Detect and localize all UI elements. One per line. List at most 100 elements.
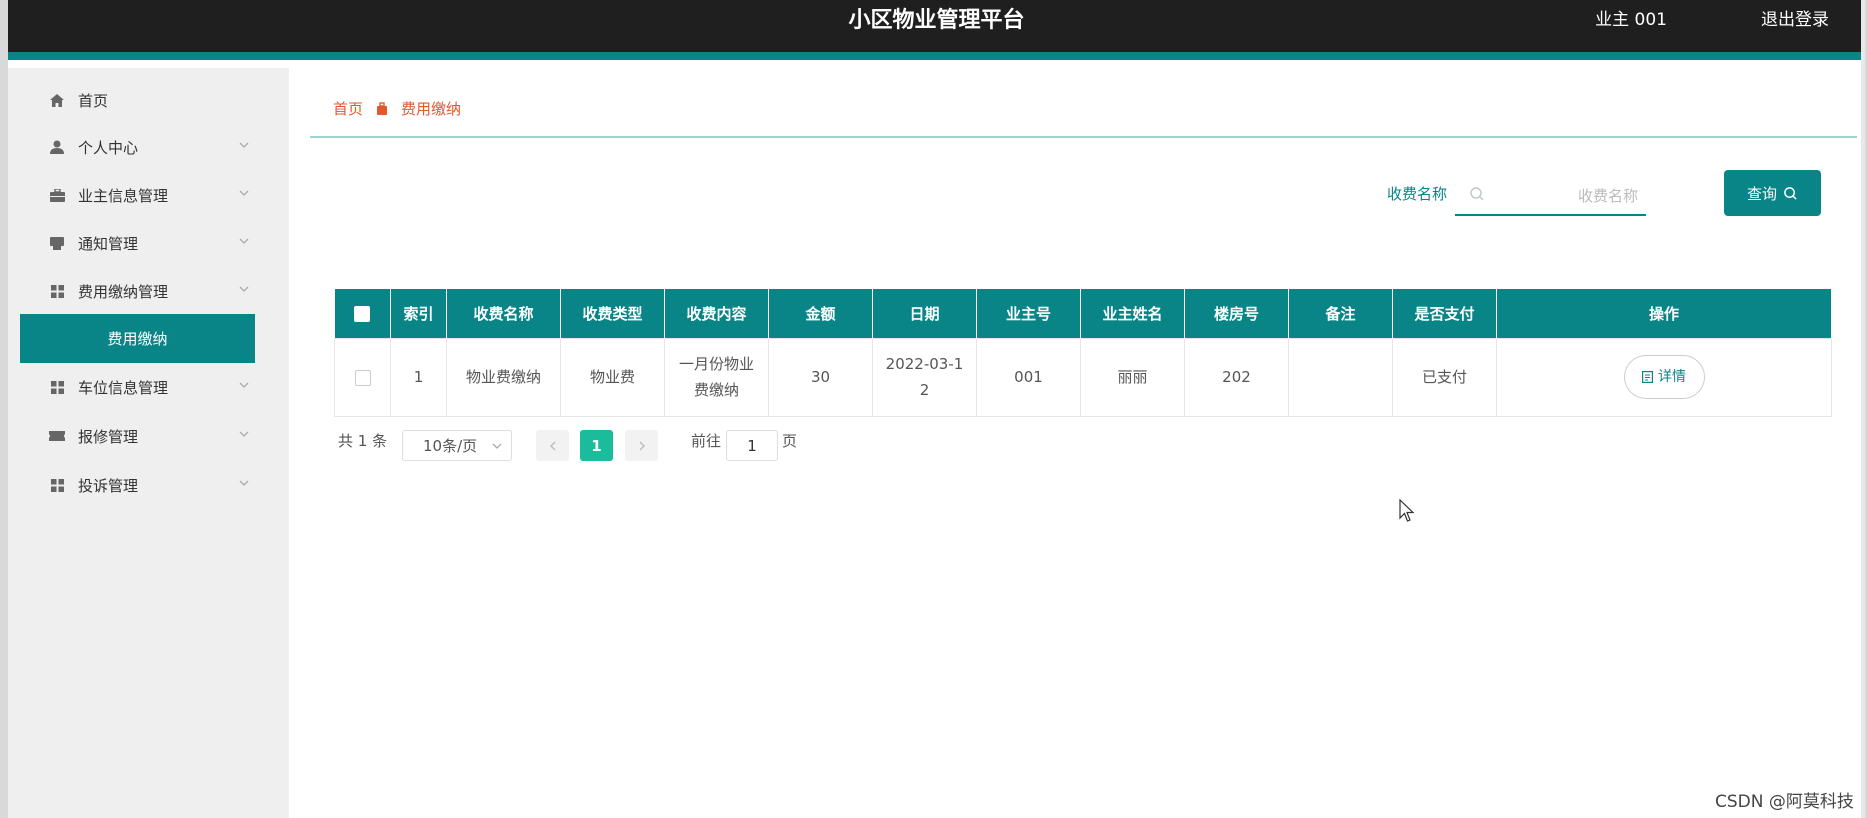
briefcase-icon xyxy=(48,186,66,204)
column-header[interactable]: 是否支付 xyxy=(1392,289,1497,338)
row-checkbox[interactable] xyxy=(354,369,371,386)
cell-fee-type: 物业费 xyxy=(560,337,665,417)
cell-date-line2: 2 xyxy=(919,381,930,399)
mouse-cursor-icon xyxy=(1399,499,1415,522)
sidebar-item-complaint[interactable]: 投诉管理 xyxy=(8,462,289,508)
top-header: 小区物业管理平台 业主 001 退出登录 xyxy=(8,0,1865,60)
chevron-right-icon xyxy=(639,441,645,450)
printer-icon xyxy=(48,234,66,252)
cell-paid: 已支付 xyxy=(1392,337,1497,417)
column-header[interactable]: 备注 xyxy=(1288,289,1393,338)
cell-room: 202 xyxy=(1184,337,1289,417)
column-header[interactable]: 业主姓名 xyxy=(1080,289,1185,338)
page-suffix: 页 xyxy=(782,432,798,450)
sidebar-item-notice[interactable]: 通知管理 xyxy=(8,220,289,266)
page-size-select[interactable]: 10条/页 xyxy=(402,430,512,461)
chevron-left-icon xyxy=(549,441,555,450)
breadcrumb: 首页 费用缴纳 xyxy=(333,98,461,119)
column-header[interactable]: 金额 xyxy=(768,289,873,338)
search-icon xyxy=(1784,186,1797,200)
ticket-icon xyxy=(48,427,66,445)
cell-fee-content: 一月份物业 费缴纳 xyxy=(664,337,769,417)
cell-fee-name: 物业费缴纳 xyxy=(446,337,561,417)
goto-label: 前往 xyxy=(691,432,722,450)
sidebar: 首页 个人中心 业主信息管理 通知管理 费用缴纳管理 费用缴纳 车位信息管理 报… xyxy=(8,68,289,818)
chevron-down-icon xyxy=(239,238,249,244)
select-all-checkbox[interactable] xyxy=(354,305,371,322)
table-row: 1 物业费缴纳 物业费 一月份物业费缴纳 30 2022-03-1 2 001 丽… xyxy=(334,337,1832,417)
sidebar-item-label: 报修管理 xyxy=(78,427,139,446)
grid-icon xyxy=(48,378,66,396)
cell-owner-name: 丽丽 xyxy=(1080,337,1185,417)
column-header[interactable]: 楼房号 xyxy=(1184,289,1289,338)
fee-table: 索引 收费名称 收费类型 收费内容 金额 日期 业主号 业主姓名 楼房号 备注 … xyxy=(334,289,1832,417)
app-page: 小区物业管理平台 业主 001 退出登录 首页 个人中心 业主信息管理 通知管理… xyxy=(8,0,1865,818)
cell-date-line1: 2022-03-1 xyxy=(885,355,964,373)
app-title: 小区物业管理平台 xyxy=(848,8,1025,33)
page-size-value: 10条/页 xyxy=(423,437,478,455)
chevron-down-icon xyxy=(239,286,249,292)
sidebar-item-owner-info[interactable]: 业主信息管理 xyxy=(8,172,289,218)
page-scrollbar[interactable] xyxy=(1861,0,1865,818)
sidebar-item-label: 通知管理 xyxy=(78,234,139,253)
search-icon xyxy=(1470,187,1484,201)
cell-owner-no: 001 xyxy=(976,337,1081,417)
column-header[interactable]: 日期 xyxy=(872,289,977,338)
sidebar-subitem-fee-payment[interactable]: 费用缴纳 xyxy=(20,314,255,363)
cell-index: 1 xyxy=(390,337,447,417)
cell-actions: 详情 xyxy=(1496,337,1832,417)
sidebar-item-parking[interactable]: 车位信息管理 xyxy=(8,364,289,410)
column-header[interactable]: 索引 xyxy=(390,289,447,338)
prev-page-button[interactable] xyxy=(536,430,569,461)
search-field xyxy=(1455,175,1646,216)
cell-date: 2022-03-1 2 xyxy=(872,337,977,417)
cell-remark xyxy=(1288,337,1393,417)
pagination-total: 共 1 条 xyxy=(338,432,388,450)
breadcrumb-home[interactable]: 首页 xyxy=(333,98,363,119)
column-header[interactable]: 收费名称 xyxy=(446,289,561,338)
column-header[interactable]: 收费类型 xyxy=(560,289,665,338)
search-button-label: 查询 xyxy=(1746,184,1777,203)
detail-button[interactable]: 详情 xyxy=(1623,355,1705,399)
logout-link[interactable]: 退出登录 xyxy=(1761,5,1829,30)
sidebar-item-label: 业主信息管理 xyxy=(78,186,169,205)
grid-icon xyxy=(48,282,66,300)
chevron-down-icon xyxy=(239,431,249,437)
column-header: 操作 xyxy=(1496,289,1832,338)
chevron-down-icon xyxy=(239,142,249,148)
search-label: 收费名称 xyxy=(1387,185,1448,203)
column-header[interactable]: 业主号 xyxy=(976,289,1081,338)
sidebar-item-label: 投诉管理 xyxy=(78,476,139,495)
page-number-current[interactable]: 1 xyxy=(580,430,613,461)
sidebar-item-home[interactable]: 首页 xyxy=(8,77,289,123)
grid-icon xyxy=(48,476,66,494)
sidebar-item-label: 车位信息管理 xyxy=(78,378,169,397)
chevron-down-icon xyxy=(239,190,249,196)
breadcrumb-current: 费用缴纳 xyxy=(401,100,462,118)
watermark: CSDN @阿莫科技 xyxy=(1715,792,1854,812)
breadcrumb-divider xyxy=(310,136,1857,138)
cell-fee-content-line2: 费缴纳 xyxy=(693,381,739,399)
column-header[interactable]: 收费内容 xyxy=(664,289,769,338)
detail-button-label: 详情 xyxy=(1658,369,1686,385)
sidebar-item-profile[interactable]: 个人中心 xyxy=(8,124,289,170)
next-page-button[interactable] xyxy=(625,430,658,461)
search-button[interactable]: 查询 xyxy=(1724,170,1821,216)
select-all-header[interactable] xyxy=(334,289,391,338)
current-user: 业主 001 xyxy=(1595,10,1667,30)
chevron-down-icon xyxy=(239,480,249,486)
sidebar-item-repair[interactable]: 报修管理 xyxy=(8,413,289,459)
cell-fee-content-line1: 一月份物业 xyxy=(678,355,754,373)
sidebar-item-label: 费用缴纳管理 xyxy=(78,282,169,301)
user-icon xyxy=(48,138,66,156)
sidebar-item-fee-management[interactable]: 费用缴纳管理 xyxy=(8,268,289,314)
sidebar-item-label: 首页 xyxy=(78,91,109,110)
cell-amount: 30 xyxy=(768,337,873,417)
chevron-down-icon xyxy=(492,443,502,449)
header-accent-bar xyxy=(8,52,1865,60)
document-icon xyxy=(1642,371,1653,383)
goto-page-input[interactable] xyxy=(726,430,778,461)
sidebar-item-label: 个人中心 xyxy=(78,138,139,157)
table-header-row: 索引 收费名称 收费类型 收费内容 金额 日期 业主号 业主姓名 楼房号 备注 … xyxy=(334,289,1832,338)
search-input[interactable] xyxy=(1493,181,1638,211)
